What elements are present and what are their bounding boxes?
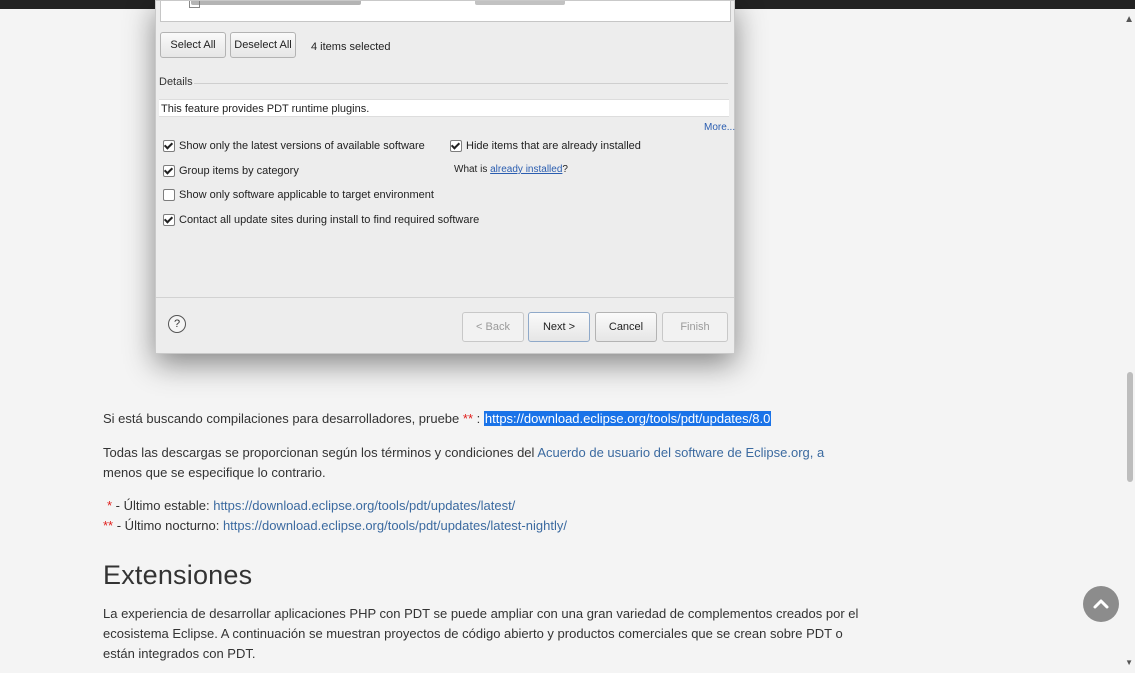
nightly-line: ** - Último nocturno: https://download.e… — [103, 516, 567, 536]
footer-divider — [156, 297, 734, 298]
terms-link[interactable]: Acuerdo de usuario del software de Eclip… — [537, 445, 809, 460]
feature-version-clipped — [475, 1, 565, 5]
option-group-by-category[interactable]: Group items by category — [163, 165, 299, 177]
items-selected-count: 4 items selected — [311, 41, 391, 53]
contact-update-sites-checkbox[interactable] — [163, 214, 175, 226]
details-label: Details — [159, 76, 193, 88]
terms-paragraph: Todas las descargas se proporcionan segú… — [103, 443, 824, 483]
help-icon[interactable]: ? — [168, 315, 186, 333]
contact-update-sites-label: Contact all update sites during install … — [179, 214, 480, 226]
nightly-label: - Último nocturno: — [113, 518, 223, 533]
already-installed-link[interactable]: already installed — [490, 164, 562, 175]
option-hide-installed[interactable]: Hide items that are already installed — [450, 140, 641, 152]
extensions-heading: Extensiones — [103, 560, 253, 590]
stable-label: - Último estable: — [112, 498, 214, 513]
dev-builds-marker: ** — [462, 411, 474, 426]
more-link[interactable]: More... — [704, 122, 735, 133]
dev-builds-url[interactable]: https://download.eclipse.org/tools/pdt/u… — [483, 411, 772, 426]
what-is-installed-text: What is already installed? — [454, 164, 568, 175]
page-scrollbar[interactable] — [1125, 9, 1135, 673]
details-text: This feature provides PDT runtime plugin… — [159, 99, 729, 117]
latest-versions-checkbox[interactable] — [163, 140, 175, 152]
deselect-all-button[interactable]: Deselect All — [230, 32, 296, 58]
group-by-category-label: Group items by category — [179, 165, 299, 177]
scrollbar-thumb[interactable] — [1127, 372, 1133, 482]
feature-row-clipped — [191, 1, 361, 5]
extensions-line-1: La experiencia de desarrollar aplicacion… — [103, 606, 859, 621]
group-by-category-checkbox[interactable] — [163, 165, 175, 177]
select-all-button[interactable]: Select All — [160, 32, 226, 58]
option-latest-versions[interactable]: Show only the latest versions of availab… — [163, 140, 425, 152]
next-button[interactable]: Next > — [528, 312, 590, 342]
scroll-up-arrow-icon[interactable]: ▲ — [1124, 14, 1134, 25]
what-is-question-mark: ? — [562, 164, 568, 175]
stable-line: * - Último estable: https://download.ecl… — [103, 496, 515, 516]
hide-installed-checkbox[interactable] — [450, 140, 462, 152]
terms-text-2: , a — [809, 445, 825, 460]
install-dialog-screenshot: Select All Deselect All 4 items selected… — [155, 0, 735, 354]
nightly-marker: ** — [103, 518, 114, 533]
dev-builds-text: Si está buscando compilaciones para desa… — [103, 411, 463, 426]
hide-installed-label: Hide items that are already installed — [466, 140, 641, 152]
target-environment-checkbox[interactable] — [163, 189, 175, 201]
scroll-down-arrow-icon[interactable]: ▼ — [1125, 658, 1133, 667]
dev-builds-paragraph: Si está buscando compilaciones para desa… — [103, 409, 772, 429]
feature-table — [160, 1, 731, 22]
what-is-prefix: What is — [454, 164, 491, 175]
back-button[interactable]: < Back — [462, 312, 524, 342]
stable-url[interactable]: https://download.eclipse.org/tools/pdt/u… — [213, 498, 515, 513]
extensions-line-3: están integrados con PDT. — [103, 646, 256, 661]
details-divider — [194, 83, 728, 84]
stable-marker: * — [107, 498, 113, 513]
nightly-url[interactable]: https://download.eclipse.org/tools/pdt/u… — [223, 518, 567, 533]
target-environment-label: Show only software applicable to target … — [179, 189, 434, 201]
terms-text-1: Todas las descargas se proporcionan segú… — [103, 445, 538, 460]
chevron-up-icon — [1093, 599, 1109, 609]
option-target-environment[interactable]: Show only software applicable to target … — [163, 189, 434, 201]
option-contact-update-sites[interactable]: Contact all update sites during install … — [163, 214, 479, 226]
extensions-line-2: ecosistema Eclipse. A continuación se mu… — [103, 626, 843, 641]
terms-text-3: menos que se especifique lo contrario. — [103, 465, 326, 480]
extensions-paragraph: La experiencia de desarrollar aplicacion… — [103, 604, 858, 664]
cancel-button[interactable]: Cancel — [595, 312, 657, 342]
dev-builds-colon: : — [473, 411, 484, 426]
finish-button[interactable]: Finish — [662, 312, 728, 342]
scroll-to-top-button[interactable] — [1083, 586, 1119, 622]
latest-versions-label: Show only the latest versions of availab… — [179, 140, 425, 152]
